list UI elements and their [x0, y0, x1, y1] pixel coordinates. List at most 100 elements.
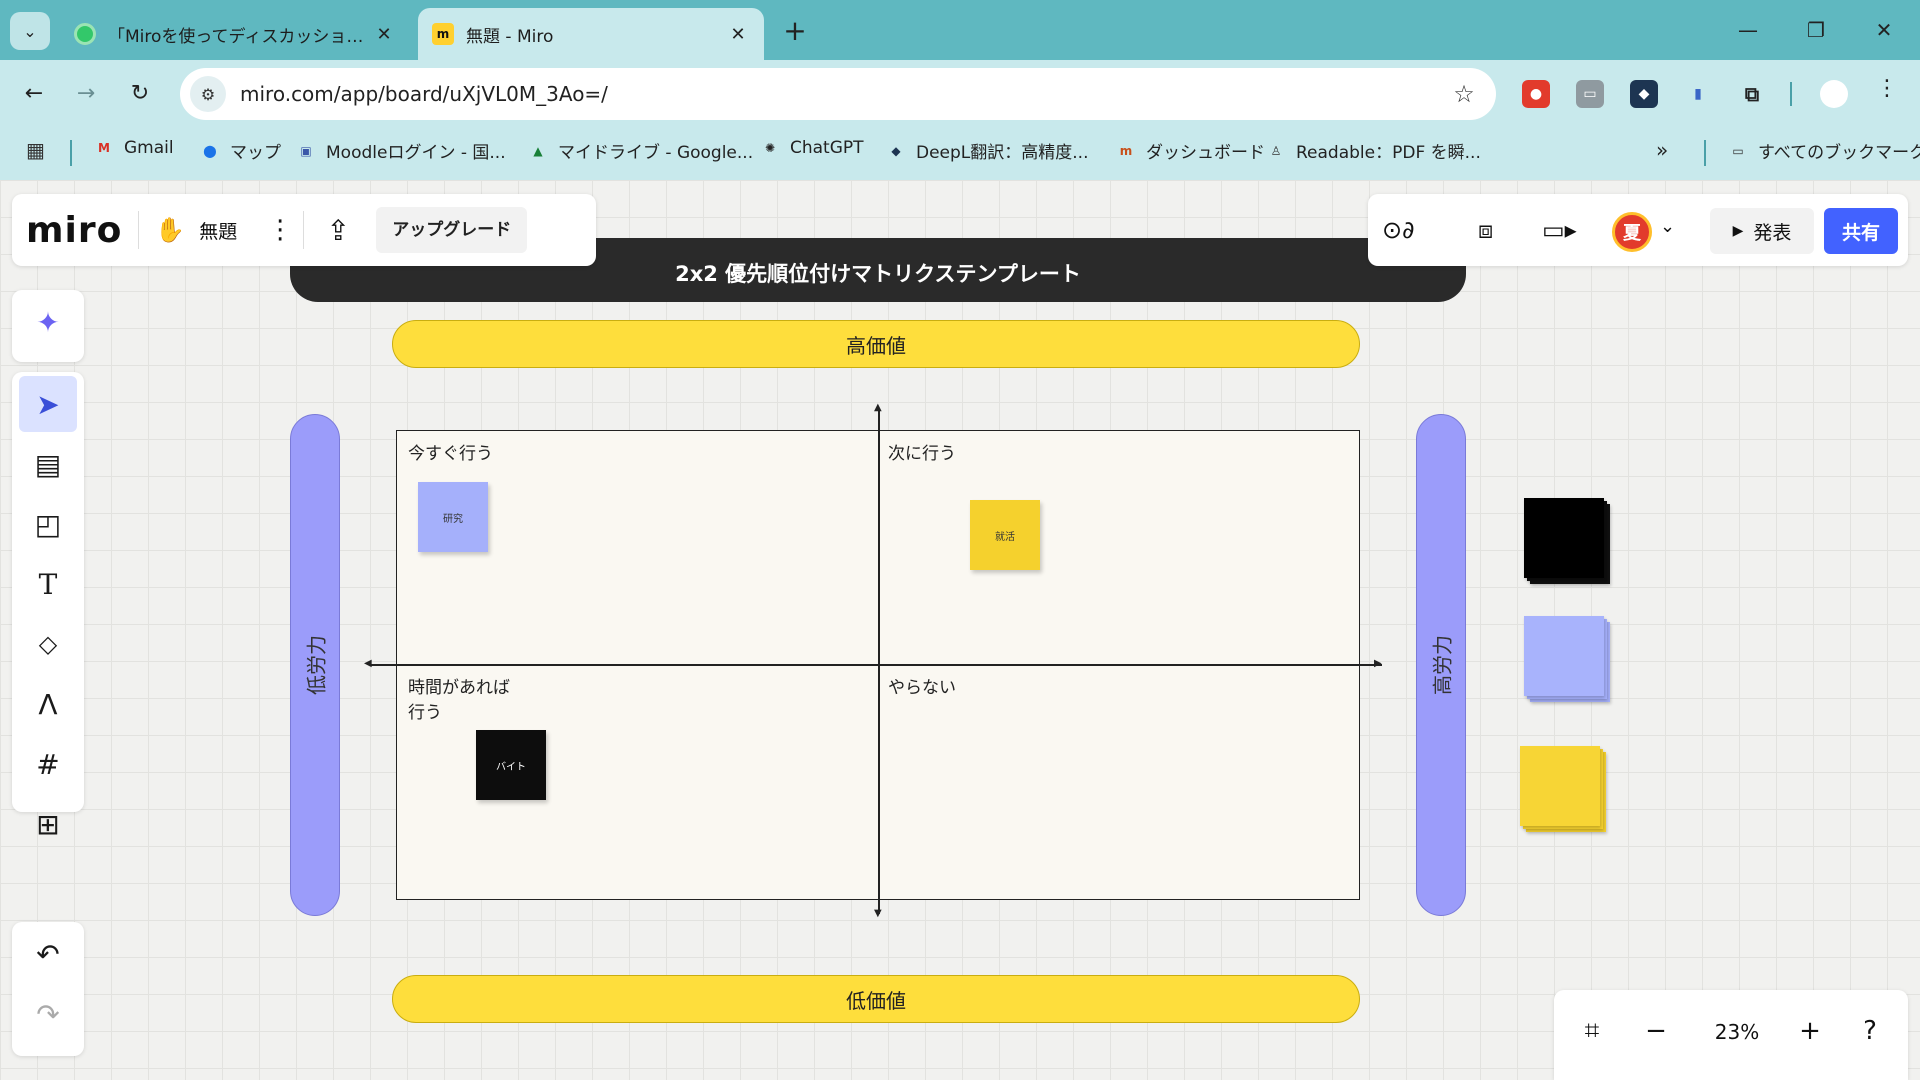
tab-miro-board[interactable]: m 無題 - Miro ✕	[418, 8, 764, 60]
video-icon[interactable]: ▭▸	[1542, 216, 1577, 244]
bookmark-deepl[interactable]: ◆ DeepL翻訳：高精度...	[886, 138, 1088, 163]
bookmarks-divider	[1704, 140, 1706, 166]
chevron-down-icon[interactable]: ⌄	[1660, 216, 1675, 237]
zoom-in-icon[interactable]: +	[1790, 1016, 1830, 1046]
bookmark-label: DeepL翻訳：高精度...	[916, 143, 1089, 163]
more-bookmarks-button[interactable]: »	[1656, 138, 1668, 162]
pen-icon[interactable]: Λ	[19, 676, 77, 732]
quadrant-do-later[interactable]: 時間があれば 行う	[408, 676, 510, 726]
url-text[interactable]: miro.com/app/board/uXjVL0M_3Ao=/	[240, 82, 1444, 106]
fit-frame-icon[interactable]: ⌗	[1572, 1016, 1612, 1047]
upgrade-button[interactable]: アップグレード	[376, 207, 528, 253]
horizontal-axis	[370, 664, 1382, 666]
bookmark-label: マイドライブ - Google...	[558, 143, 754, 163]
back-icon[interactable]: ←	[16, 76, 52, 112]
apps-grid-icon[interactable]: ▦	[26, 138, 45, 162]
bookmark-star-icon[interactable]: ☆	[1444, 80, 1484, 108]
activity-icon[interactable]: ⧈	[1478, 216, 1493, 244]
bookmark-gmail[interactable]: M Gmail	[94, 138, 174, 158]
miro-logo[interactable]: miro	[26, 210, 122, 251]
zoom-panel: ⌗ − 23% + ?	[1554, 990, 1908, 1080]
close-icon[interactable]: ✕	[726, 24, 750, 45]
bookmark-dashboard[interactable]: m ダッシュボード	[1116, 138, 1265, 163]
sticky-note-part-time[interactable]: バイト	[476, 730, 546, 800]
window-close-icon[interactable]: ✕	[1864, 14, 1904, 46]
chevron-down-icon: ⌄	[23, 21, 37, 41]
sticky-note-research[interactable]: 研究	[418, 482, 488, 552]
minimize-icon[interactable]: —	[1728, 14, 1768, 46]
bookmark-label: Moodleログイン - 国...	[326, 143, 506, 163]
bookmarks-divider	[70, 140, 72, 166]
present-label: 発表	[1753, 221, 1792, 244]
tools-toolbar: ➤ ▤ ◰ T ◇ Λ # ⊞	[12, 372, 84, 841]
all-bookmarks-folder[interactable]: ▭ すべてのブックマーク	[1728, 138, 1920, 163]
close-icon[interactable]: ✕	[372, 24, 396, 45]
profile-avatar[interactable]	[1820, 80, 1848, 108]
bookmark-label: Readable：PDF を瞬...	[1296, 143, 1481, 163]
sticky-note-icon[interactable]: ◰	[19, 496, 77, 552]
toolbar-divider	[1790, 82, 1792, 106]
restore-icon[interactable]: ❐	[1796, 14, 1836, 46]
reactions-icon[interactable]: ⊙∂	[1382, 216, 1415, 244]
zoom-out-icon[interactable]: −	[1636, 1016, 1676, 1046]
browser-chrome: ⌄ 「Miroを使ってディスカッションをオン ✕ m 無題 - Miro ✕ +…	[0, 0, 1920, 180]
templates-icon[interactable]: ▤	[19, 436, 77, 492]
ai-toolbar: ✦	[12, 290, 84, 362]
sticky-stack-black[interactable]	[1524, 498, 1610, 584]
omnibox[interactable]: ⚙ miro.com/app/board/uXjVL0M_3Ao=/ ☆	[180, 68, 1496, 120]
board-icon[interactable]: ✋	[155, 216, 185, 244]
sticky-note-job-hunting[interactable]: 就活	[970, 500, 1040, 570]
export-icon[interactable]: ⇪	[320, 214, 356, 247]
board-menu-button[interactable]: ⋮	[267, 215, 293, 245]
deepl-icon: ◆	[891, 143, 901, 158]
help-icon[interactable]: ?	[1850, 1016, 1890, 1046]
extension-icon[interactable]: ●	[1522, 80, 1550, 108]
sticky-stack-yellow[interactable]	[1520, 746, 1606, 832]
redo-icon[interactable]: ↷	[19, 986, 77, 1042]
bookmark-label: マップ	[230, 143, 281, 163]
extension-icon[interactable]: ▭	[1576, 80, 1604, 108]
quadrant-do-now[interactable]: 今すぐ行う	[408, 442, 493, 467]
sticky-stack-purple[interactable]	[1524, 616, 1610, 702]
deepl-extension-icon[interactable]: ◆	[1630, 80, 1658, 108]
miro-favicon-icon: m	[432, 23, 454, 45]
undo-icon[interactable]: ↶	[19, 926, 77, 982]
site-settings-icon[interactable]: ⚙	[190, 76, 226, 112]
high-effort-label[interactable]: 高労力	[1416, 414, 1466, 916]
frame-icon[interactable]: #	[19, 736, 77, 792]
low-effort-label[interactable]: 低労力	[290, 414, 340, 916]
bookmark-chatgpt[interactable]: ✺ ChatGPT	[760, 138, 864, 158]
more-tools-icon[interactable]: ⊞	[19, 796, 77, 852]
forward-icon[interactable]: →	[68, 76, 104, 112]
tab-search-button[interactable]: ⌄	[10, 12, 50, 50]
quadrant-dont-do[interactable]: やらない	[888, 676, 956, 701]
low-value-label[interactable]: 低価値	[392, 975, 1360, 1023]
tab-miro-discussion[interactable]: 「Miroを使ってディスカッションをオン ✕	[60, 8, 410, 60]
share-button[interactable]: 共有	[1824, 208, 1898, 254]
board-name[interactable]: 無題	[199, 217, 237, 244]
bookmark-readable[interactable]: ♙ Readable：PDF を瞬...	[1266, 138, 1481, 163]
readable-icon: ♙	[1270, 143, 1282, 158]
collaboration-panel: ⊙∂ ⧈ ▭▸ 夏 ⌄ ▶ 発表 共有	[1368, 194, 1908, 266]
reload-icon[interactable]: ↻	[122, 76, 158, 112]
shapes-icon[interactable]: ◇	[19, 616, 77, 672]
quadrant-do-next[interactable]: 次に行う	[888, 442, 956, 467]
arrow-right-icon: ▶	[1374, 658, 1382, 669]
puzzle-icon[interactable]: ⧉	[1738, 80, 1766, 108]
user-avatar[interactable]: 夏	[1612, 212, 1652, 252]
zoom-level[interactable]: 23%	[1702, 1020, 1772, 1044]
more-vert-icon[interactable]: ⋮	[1876, 76, 1898, 101]
board-canvas[interactable]: 2x2 優先順位付けマトリクステンプレート 高価値 低価値 低労力 高労力 ▲ …	[0, 180, 1920, 1080]
new-tab-button[interactable]: +	[778, 16, 812, 50]
bookmark-label: ダッシュボード	[1146, 143, 1265, 163]
bookmark-google-drive[interactable]: ▲ マイドライブ - Google...	[528, 138, 753, 163]
present-button[interactable]: ▶ 発表	[1710, 208, 1814, 254]
extension-icon[interactable]: ▮	[1684, 80, 1712, 108]
bookmark-maps[interactable]: ⬤ マップ	[200, 138, 281, 163]
select-tool-icon[interactable]: ➤	[19, 376, 77, 432]
high-value-label[interactable]: 高価値	[392, 320, 1360, 368]
bookmark-moodle[interactable]: ▣ Moodleログイン - 国...	[296, 138, 506, 163]
ai-sparkle-icon[interactable]: ✦	[19, 294, 77, 350]
history-toolbar: ↶ ↷	[12, 922, 84, 1056]
text-tool-icon[interactable]: T	[19, 556, 77, 612]
